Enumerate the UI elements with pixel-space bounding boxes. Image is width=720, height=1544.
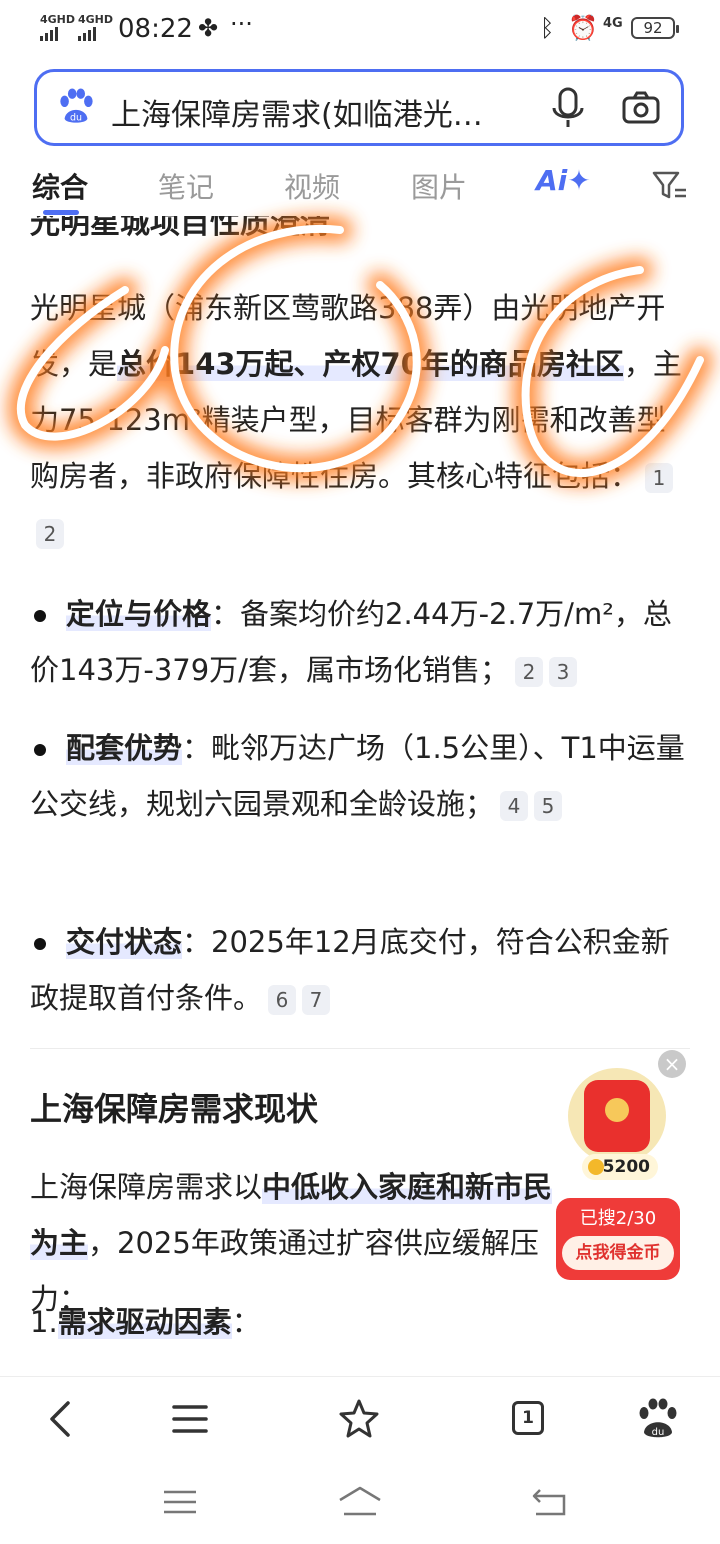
search-input[interactable]: 上海保障房需求(如临港光… <box>111 90 511 134</box>
system-navigation-bar <box>0 1460 720 1544</box>
intro-highlight: 总价143万起、产权70年的商品房社区 <box>117 347 624 381</box>
active-tab-indicator <box>43 210 79 215</box>
signal-icon-2: 4GHD <box>78 14 113 41</box>
search-task-card[interactable]: 已搜2/30 点我得金币 <box>556 1198 680 1280</box>
coin-balance: 5200 <box>582 1154 658 1180</box>
system-back-icon[interactable] <box>530 1484 570 1520</box>
section-divider <box>30 1048 690 1049</box>
tab-notes[interactable]: 笔记 <box>158 166 214 206</box>
battery-icon: 92 <box>631 17 679 39</box>
citation-badge[interactable]: 1 <box>645 463 674 493</box>
citation-badge[interactable]: 2 <box>36 519 64 549</box>
list-item: 定位与价格：备案均价约2.44万-2.7万/m²，总价143万-379万/套，属… <box>30 597 672 687</box>
coin-seal-icon <box>605 1098 629 1122</box>
network-icon: 4G <box>603 16 623 31</box>
baidu-home-icon[interactable]: du <box>636 1397 680 1441</box>
numbered-heading: 1.需求驱动因素： <box>30 1305 261 1339</box>
list-item: 交付状态：2025年12月底交付，符合公积金新政提取首付条件。 6 7 <box>30 925 670 1015</box>
signal-icon: 4GHD <box>40 14 75 41</box>
more-icon: ··· <box>230 10 253 38</box>
svg-text:du: du <box>652 1427 665 1438</box>
tabs-count-icon[interactable]: 1 <box>506 1397 550 1441</box>
baidu-logo-icon: du <box>60 88 93 123</box>
microphone-icon[interactable] <box>550 86 586 130</box>
fan-icon: ✤ <box>198 14 219 42</box>
citation-badge[interactable]: 3 <box>548 657 577 687</box>
menu-icon[interactable] <box>168 1397 212 1441</box>
citation-badge[interactable]: 2 <box>514 657 543 687</box>
favorite-star-icon[interactable] <box>337 1397 381 1441</box>
red-packet-button[interactable] <box>568 1068 666 1164</box>
bluetooth-icon: ᛒ <box>540 14 555 42</box>
svg-text:du: du <box>70 112 82 123</box>
home-icon[interactable] <box>336 1484 384 1520</box>
citation-badge[interactable]: 7 <box>302 985 331 1015</box>
camera-icon[interactable] <box>621 90 661 124</box>
citation-badge[interactable]: 6 <box>268 985 297 1015</box>
section-title: 上海保障房需求现状 <box>30 1090 319 1128</box>
citation-badge[interactable]: 5 <box>534 791 563 821</box>
result-heading: 光明星城项目性质澄清 <box>30 216 330 241</box>
status-bar: 4GHD 4GHD 08:22 ✤ ··· ᛒ ⏰ 4G 92 <box>0 0 720 58</box>
recents-icon[interactable] <box>160 1484 200 1520</box>
tab-images[interactable]: 图片 <box>411 166 467 206</box>
task-progress: 已搜2/30 <box>579 1208 657 1229</box>
search-box[interactable]: du 上海保障房需求(如临港光… <box>34 69 684 146</box>
list-item: 配套优势：毗邻万达广场（1.5公里）、T1中运量公交线，规划六园景观和全龄设施；… <box>30 731 685 821</box>
back-icon[interactable] <box>40 1397 84 1441</box>
tab-video[interactable]: 视频 <box>284 166 340 206</box>
tab-ai[interactable]: Ai✦ <box>536 164 591 197</box>
alarm-icon: ⏰ <box>568 14 598 42</box>
intro-paragraph: 光明星城（浦东新区莺歌路388弄）由光明地产开发，是总价143万起、产权70年的… <box>30 280 690 560</box>
clock: 08:22 <box>118 14 193 44</box>
citation-badge[interactable]: 4 <box>500 791 529 821</box>
claim-coins-button[interactable]: 点我得金币 <box>562 1236 674 1270</box>
search-tabs: 综合 笔记 视频 图片 Ai✦ <box>0 160 720 216</box>
filter-icon[interactable] <box>652 170 688 200</box>
browser-toolbar: 1 du <box>0 1376 720 1461</box>
close-float-icon[interactable]: × <box>658 1050 686 1078</box>
tab-comprehensive[interactable]: 综合 <box>32 166 88 206</box>
